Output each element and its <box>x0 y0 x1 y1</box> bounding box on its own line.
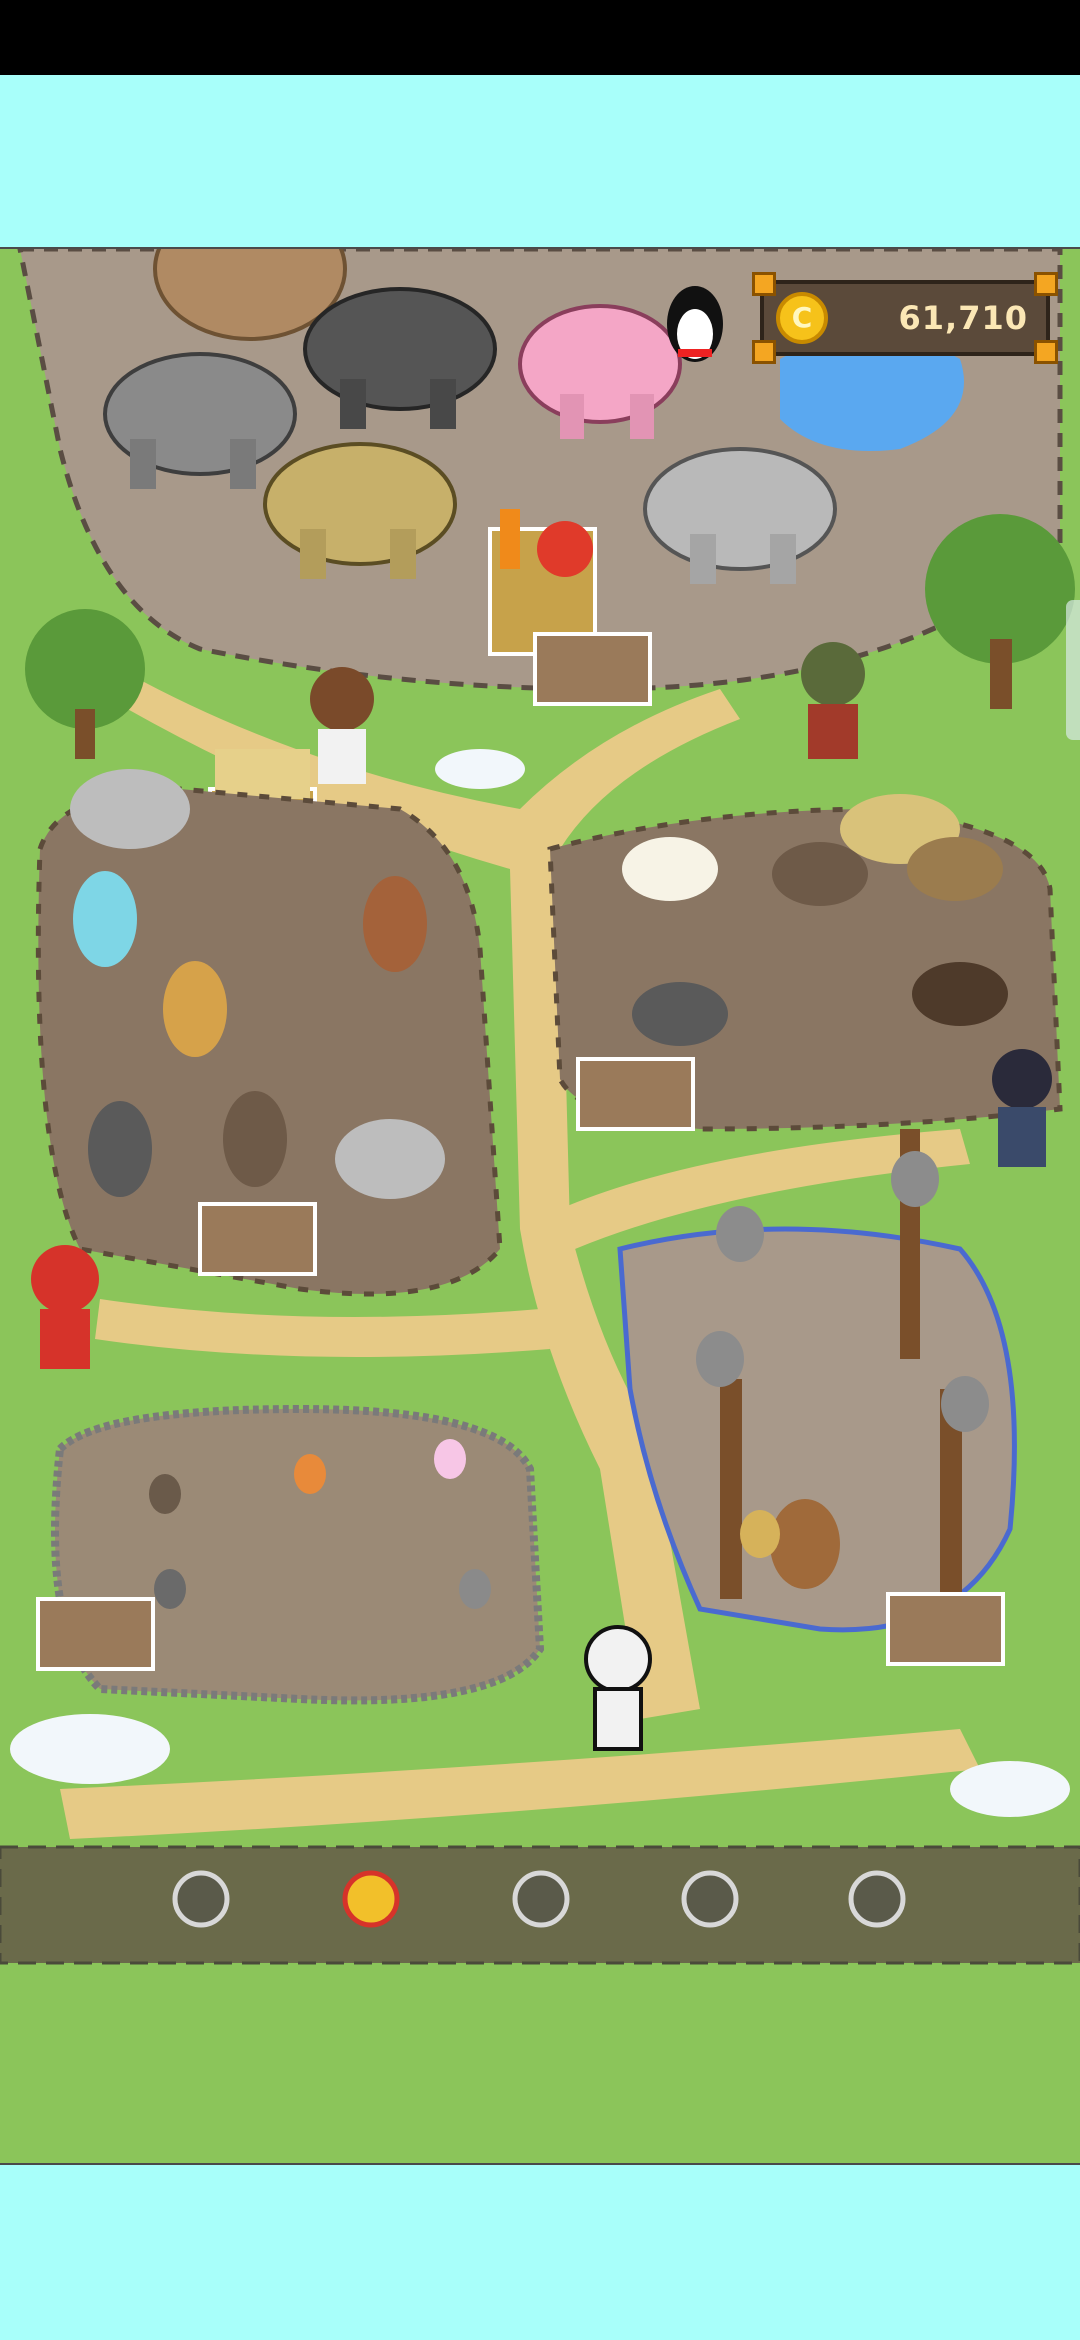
kangaroo-grey-brown[interactable] <box>223 1091 287 1187</box>
path-slot-3[interactable] <box>512 1870 570 1928</box>
rabbit-3[interactable] <box>434 1439 466 1479</box>
path-slot-2-active[interactable] <box>342 1870 400 1928</box>
visitor-ranger[interactable] <box>992 1049 1052 1167</box>
tree-left <box>25 609 145 759</box>
rabbit-2[interactable] <box>294 1454 326 1494</box>
rabbit-1[interactable] <box>149 1474 181 1514</box>
tree-right <box>925 514 1075 709</box>
koala-4[interactable] <box>941 1376 989 1432</box>
koala-sign[interactable] <box>886 1592 1005 1666</box>
koala-3[interactable] <box>696 1331 744 1387</box>
kangaroo-brown[interactable] <box>363 876 427 972</box>
coin-panel-corner <box>1034 340 1058 364</box>
donkey-dark[interactable] <box>632 982 728 1046</box>
coin-counter[interactable]: C 61,710 <box>752 272 1058 364</box>
unicorn-white[interactable] <box>622 837 718 901</box>
rabbit-5[interactable] <box>459 1569 491 1609</box>
donkey-sign[interactable] <box>576 1057 695 1131</box>
kangaroo-tan[interactable] <box>163 961 227 1057</box>
path-slot-5[interactable] <box>848 1870 906 1928</box>
path-slot-1[interactable] <box>172 1870 230 1928</box>
kangaroo-sign[interactable] <box>198 1202 317 1276</box>
visitor-ninja[interactable] <box>801 642 865 759</box>
bottom-letterbox <box>0 2165 1080 2340</box>
coin-value: 61,710 <box>898 299 1028 337</box>
coin-panel-corner <box>752 272 776 296</box>
side-drawer-handle[interactable] <box>1066 600 1080 740</box>
top-letterbox <box>0 75 1080 247</box>
koala-1[interactable] <box>716 1206 764 1262</box>
koala-2[interactable] <box>891 1151 939 1207</box>
donkey-brown-1[interactable] <box>772 842 868 906</box>
elephant-sign[interactable] <box>533 632 652 706</box>
kangaroo-dark[interactable] <box>88 1101 152 1197</box>
visitor-santa[interactable] <box>31 1245 99 1369</box>
path-slot-4[interactable] <box>681 1870 739 1928</box>
penguin-icon[interactable] <box>667 286 723 362</box>
visitor-prisoner[interactable] <box>584 1625 652 1751</box>
coin-icon: C <box>776 292 828 344</box>
zoo-map[interactable] <box>0 247 1080 2165</box>
status-bar <box>0 0 1080 75</box>
rabbit-sign[interactable] <box>36 1597 155 1671</box>
kangaroo-blue[interactable] <box>73 871 137 967</box>
visitor-schoolgirl[interactable] <box>310 667 374 784</box>
coin-panel-corner <box>1034 272 1058 296</box>
koala-baby[interactable] <box>740 1510 780 1558</box>
donkey-dark-brown[interactable] <box>912 962 1008 1026</box>
rabbit-4[interactable] <box>154 1569 186 1609</box>
coin-panel-corner <box>752 340 776 364</box>
donkey-tan[interactable] <box>907 837 1003 901</box>
